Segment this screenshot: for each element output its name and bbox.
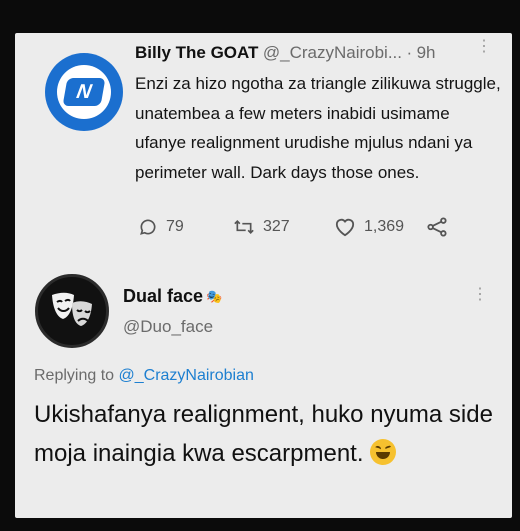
- author-name[interactable]: Billy The GOAT: [135, 43, 258, 62]
- tweet-time[interactable]: 9h: [417, 43, 436, 62]
- heart-icon: [335, 218, 355, 237]
- reply-text: Ukishafanya realignment, huko nyuma side…: [34, 401, 493, 467]
- drama-masks-icon: [52, 292, 92, 326]
- retweet-action[interactable]: 327: [233, 217, 290, 237]
- reply-action[interactable]: 79: [138, 217, 184, 237]
- retweet-count: 327: [263, 218, 290, 235]
- share-action[interactable]: [426, 217, 448, 237]
- tweet-actions: 79 327 1,369: [138, 217, 462, 241]
- like-action[interactable]: 1,369: [334, 217, 404, 237]
- author-avatar[interactable]: N: [45, 53, 123, 131]
- retweet-icon: [234, 219, 254, 235]
- reply-author-handle[interactable]: @Duo_face: [123, 317, 213, 337]
- avatar-letter: N: [62, 78, 106, 106]
- replying-prefix: Replying to: [34, 367, 115, 384]
- more-vertical-icon[interactable]: ⋮: [476, 39, 492, 55]
- like-count: 1,369: [364, 218, 405, 235]
- reply-text-container: Ukishafanya realignment, huko nyuma side…: [34, 395, 504, 473]
- reply-author[interactable]: Dual face 🎭: [123, 286, 222, 307]
- comment-icon: [140, 219, 156, 235]
- author-handle[interactable]: @_CrazyNairobi...: [263, 43, 402, 62]
- reply-author-name: Dual face: [123, 286, 204, 306]
- avatar-logo: N: [57, 65, 111, 119]
- tweet-header: Billy The GOAT @_CrazyNairobi... · 9h: [135, 43, 492, 67]
- original-tweet[interactable]: N Billy The GOAT @_CrazyNairobi... · 9h …: [15, 33, 512, 261]
- more-vertical-icon[interactable]: ⋮: [472, 287, 488, 303]
- masks-emoji-icon: 🎭: [206, 288, 223, 304]
- reply-count: 79: [166, 218, 184, 235]
- replying-mention[interactable]: @_CrazyNairobian: [119, 367, 254, 384]
- replying-to: Replying to @_CrazyNairobian: [34, 367, 254, 385]
- laughing-emoji-icon: [370, 439, 397, 465]
- share-icon: [427, 217, 447, 237]
- separator: ·: [406, 43, 413, 62]
- screenshot-card: N Billy The GOAT @_CrazyNairobi... · 9h …: [15, 33, 512, 518]
- tweet-text: Enzi za hizo ngotha za triangle zilikuwa…: [135, 74, 501, 182]
- reply-author-avatar[interactable]: [35, 274, 109, 348]
